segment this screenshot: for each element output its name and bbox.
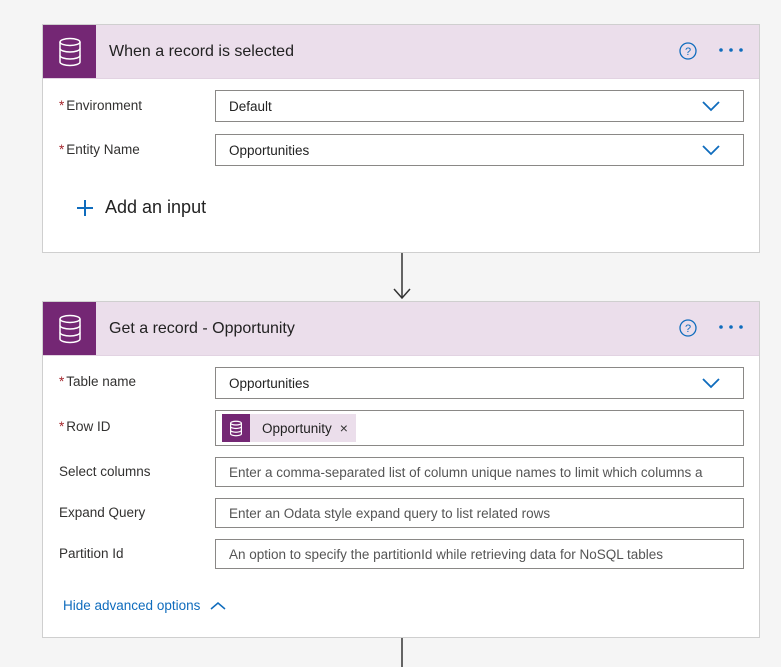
token-remove-button[interactable]: ×	[340, 420, 356, 436]
chevron-up-icon	[210, 601, 226, 610]
environment-label: * Environment	[59, 98, 143, 113]
action-title: Get a record - Opportunity	[109, 320, 295, 337]
table-name-label: * Table name	[59, 374, 137, 389]
plus-icon	[77, 199, 93, 216]
row-id-input[interactable]: Opportunity ×	[215, 410, 744, 446]
table-name-dropdown[interactable]: Opportunities	[215, 367, 744, 399]
select-columns-label: Select columns	[59, 464, 151, 479]
database-icon	[222, 414, 250, 442]
help-icon[interactable]: ?	[679, 42, 697, 60]
database-icon	[43, 302, 96, 355]
partition-id-input[interactable]: An option to specify the partitionId whi…	[215, 539, 744, 569]
hide-advanced-options-link[interactable]: Hide advanced options	[63, 598, 226, 613]
expand-query-placeholder: Enter an Odata style expand query to lis…	[229, 505, 551, 521]
help-icon[interactable]: ?	[679, 319, 697, 337]
add-input-button[interactable]: Add an input	[77, 197, 206, 218]
expand-query-input[interactable]: Enter an Odata style expand query to lis…	[215, 498, 744, 528]
select-columns-placeholder: Enter a comma-separated list of column u…	[229, 464, 703, 480]
chevron-down-icon	[702, 378, 720, 389]
svg-text:?: ?	[685, 46, 691, 58]
more-options-icon[interactable]	[717, 317, 745, 337]
environment-dropdown[interactable]: Default	[215, 90, 744, 122]
chevron-down-icon	[702, 145, 720, 156]
entity-name-label: * Entity Name	[59, 142, 140, 157]
expand-query-label: Expand Query	[59, 505, 146, 520]
entity-name-dropdown[interactable]: Opportunities	[215, 134, 744, 166]
action-card: Get a record - Opportunity ? * Table name…	[42, 301, 760, 638]
flow-arrow-icon	[393, 253, 411, 300]
trigger-card: When a record is selected ? * Environment…	[42, 24, 760, 253]
trigger-card-header[interactable]: When a record is selected ?	[43, 25, 759, 79]
hide-advanced-options-label: Hide advanced options	[63, 598, 201, 613]
add-input-label: Add an input	[105, 197, 207, 217]
environment-value: Default	[229, 98, 272, 114]
select-columns-input[interactable]: Enter a comma-separated list of column u…	[215, 457, 744, 487]
partition-id-label: Partition Id	[59, 546, 124, 561]
database-icon	[43, 25, 96, 78]
row-id-label: * Row ID	[59, 419, 111, 434]
table-name-value: Opportunities	[229, 375, 310, 391]
action-card-header[interactable]: Get a record - Opportunity ?	[43, 302, 759, 356]
chevron-down-icon	[702, 101, 720, 112]
partition-id-placeholder: An option to specify the partitionId whi…	[229, 546, 663, 562]
more-options-icon[interactable]	[717, 40, 745, 60]
trigger-title: When a record is selected	[109, 43, 294, 60]
dynamic-content-token[interactable]: Opportunity ×	[222, 414, 356, 442]
entity-name-value: Opportunities	[229, 142, 310, 158]
svg-text:?: ?	[685, 323, 691, 335]
flow-connector-line	[401, 638, 403, 667]
token-label: Opportunity	[262, 420, 332, 436]
